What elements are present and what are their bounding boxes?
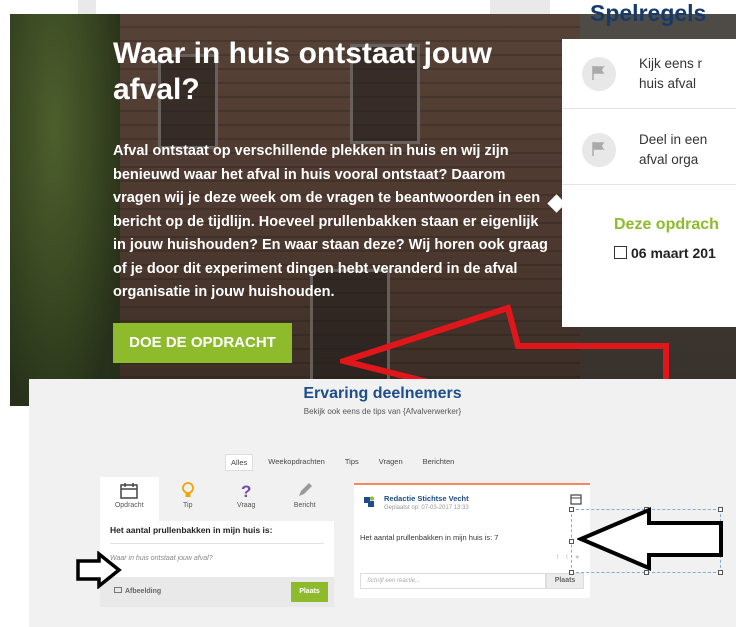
rules-row: Kijk eens r huis afval — [562, 39, 736, 109]
filter-all[interactable]: Alles — [225, 454, 254, 471]
filter-tips[interactable]: Tips — [340, 454, 364, 471]
filter-tabs: Alles Weekopdrachten Tips Vragen Bericht… — [225, 454, 459, 471]
submit-button[interactable]: Plaats — [291, 582, 328, 602]
rules-row: Deel in een afval orga — [562, 115, 736, 185]
section-subtitle: Bekijk ook eens de tips van {Afvalverwer… — [303, 407, 462, 416]
resize-handle[interactable] — [569, 570, 574, 575]
hero-title: Waar in huis ontstaat jouw afval? — [113, 37, 492, 106]
organization-logo-icon — [362, 495, 376, 509]
resize-handle[interactable] — [569, 507, 574, 512]
composer-footer: Afbeelding Plaats — [100, 577, 334, 607]
comment-input[interactable]: Schrijf een reactie... — [360, 573, 546, 589]
hero-description: Afval ontstaat op verschillende plekken … — [113, 143, 548, 300]
assignment-date: 06 maart 201 — [614, 245, 716, 261]
tab-assignment[interactable]: Opdracht — [100, 477, 159, 521]
filter-questions[interactable]: Vragen — [374, 454, 408, 471]
question-icon: ? — [241, 482, 251, 500]
calendar-icon — [120, 483, 138, 499]
black-arrow-annotation — [76, 551, 122, 589]
timeline-post: Redactie Stichtse Vecht Geplaatst op: 07… — [354, 483, 590, 598]
rules-text: Deel in een afval orga — [639, 132, 708, 167]
section-title: Ervaring deelnemers — [303, 385, 462, 402]
tab-question[interactable]: ? Vraag — [217, 477, 276, 521]
calendar-icon — [614, 246, 627, 259]
post-author[interactable]: Redactie Stichtse Vecht — [384, 494, 469, 503]
svg-text:?: ? — [241, 482, 251, 500]
comment-submit-button[interactable]: Plaats — [546, 573, 584, 589]
question-label: Het aantal prullenbakken in mijn huis is… — [110, 525, 273, 535]
participants-section: Ervaring deelnemers Bekijk ook eens de t… — [29, 379, 736, 627]
top-strip — [78, 0, 96, 14]
resize-handle[interactable] — [569, 539, 574, 544]
top-strip — [490, 0, 550, 14]
filter-messages[interactable]: Berichten — [418, 454, 460, 471]
lightbulb-icon — [181, 482, 194, 497]
post-timestamp: Geplaatst op: 07-03-2017 13:33 — [384, 505, 469, 511]
answer-input[interactable]: Waar in huis ontstaat jouw afval? — [110, 555, 213, 562]
pencil-icon — [298, 483, 312, 496]
do-assignment-button[interactable]: DOE DE OPDRACHT — [113, 323, 292, 363]
screenshot-canvas: Waar in huis ontstaat jouw afval? Afval … — [0, 0, 736, 627]
composer-tabs: Opdracht Tip ? Vraag Bericht — [100, 477, 334, 521]
post-content: Het aantal prullenbakken in mijn huis is… — [360, 533, 499, 542]
flag-icon — [582, 57, 616, 91]
divider — [110, 543, 324, 544]
rules-text: Kijk eens r huis afval — [639, 56, 703, 91]
rules-heading: Spelregels — [590, 0, 707, 26]
rules-card: Kijk eens r huis afval Deel in een afval o… — [562, 39, 736, 327]
filter-weekassignments[interactable]: Weekopdrachten — [263, 454, 330, 471]
assignment-heading: Deze opdrach — [614, 216, 719, 233]
calendar-icon — [570, 494, 582, 505]
tab-tip[interactable]: Tip — [159, 477, 218, 521]
flag-icon — [582, 133, 616, 167]
tab-message[interactable]: Bericht — [276, 477, 335, 521]
post-composer: Opdracht Tip ? Vraag Bericht Het aantal … — [100, 477, 334, 607]
black-arrow-annotation — [577, 506, 723, 572]
